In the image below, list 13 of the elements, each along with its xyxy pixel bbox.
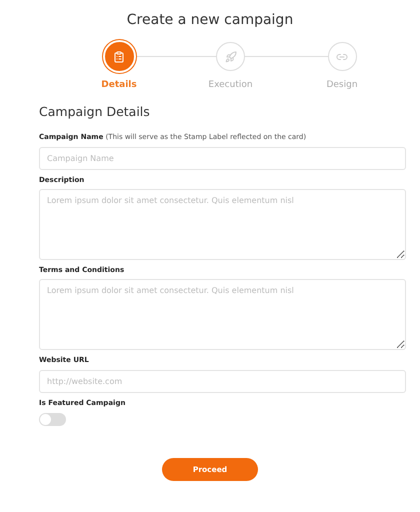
input-field[interactable]: http://website.com	[39, 370, 406, 393]
rocket-icon	[224, 50, 236, 62]
page-title: Create a new campaign	[126, 12, 294, 30]
step-circle[interactable]	[104, 42, 134, 71]
text-area[interactable]: Lorem ipsum dolor sit amet consectetur. Quis elementum nisl	[39, 189, 406, 260]
step-label: Design	[326, 80, 358, 90]
toggle-switch[interactable]	[39, 413, 66, 426]
step-label: Details	[101, 80, 137, 90]
section-title: Campaign Details	[39, 104, 151, 119]
input-field[interactable]: Campaign Name	[39, 147, 406, 170]
text-area[interactable]: Lorem ipsum dolor sit amet consectetur. Quis elementum nisl	[39, 279, 406, 350]
clipboard-icon	[113, 50, 125, 62]
step-label: Execution	[208, 80, 253, 90]
